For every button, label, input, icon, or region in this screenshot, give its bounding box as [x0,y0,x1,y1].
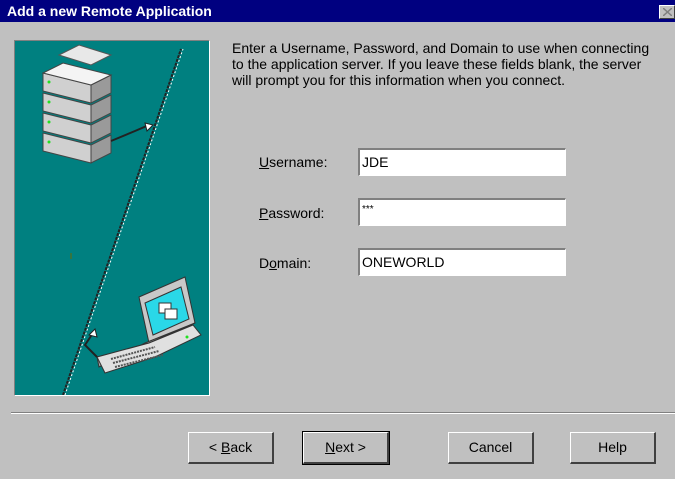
title-bar: Add a new Remote Application [0,0,675,22]
username-label: Username: [259,154,328,170]
domain-label: Domain: [259,255,312,271]
username-field[interactable]: JDE [358,148,566,176]
close-icon [663,8,672,16]
back-button[interactable]: < Back [188,432,274,464]
instructions-text: Enter a Username, Password, and Domain t… [232,40,650,88]
remote-app-dialog: Add a new Remote Application Enter a Use… [0,0,675,479]
server-icon [41,44,113,164]
password-field[interactable]: *** [358,198,566,226]
close-button[interactable] [659,5,675,19]
server-laptop-illustration [41,44,202,396]
window-title: Add a new Remote Application [7,3,212,19]
password-label: Password: [259,205,325,221]
next-button[interactable]: Next > [302,431,390,465]
cancel-button[interactable]: Cancel [448,432,534,464]
laptop-icon [96,276,202,374]
domain-field[interactable]: ONEWORLD [358,248,566,276]
separator [11,412,675,414]
help-button[interactable]: Help [570,432,656,464]
wizard-illustration [14,40,210,396]
